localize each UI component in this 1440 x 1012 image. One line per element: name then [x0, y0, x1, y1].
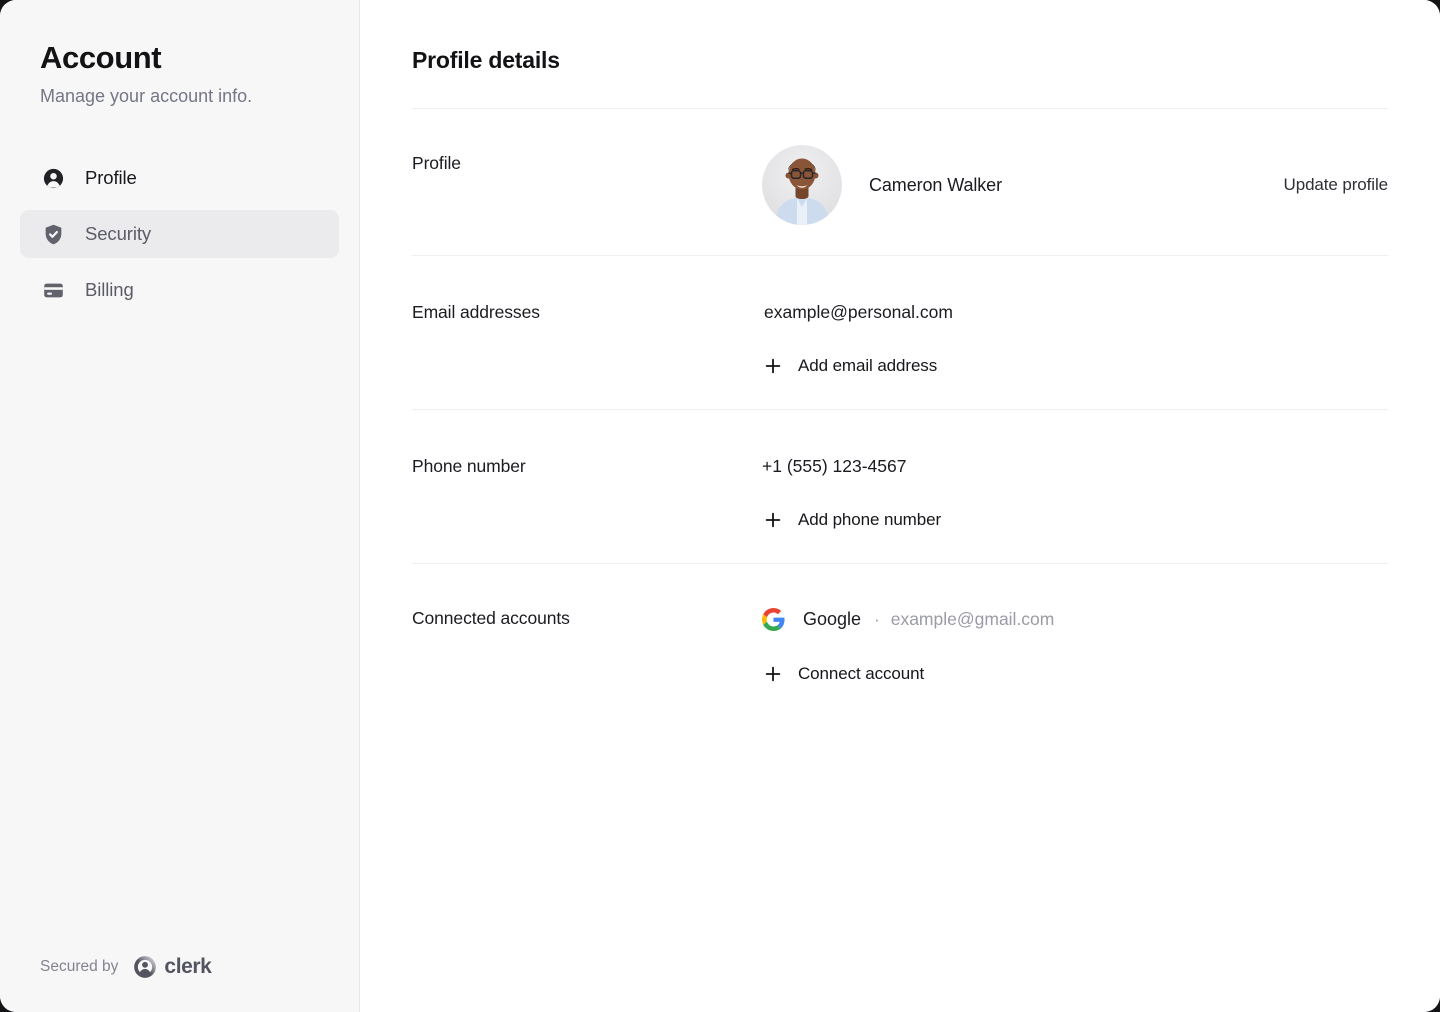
profile-name: Cameron Walker: [869, 175, 1002, 196]
connected-accounts-section: Connected accounts Google · example@gmai…: [412, 564, 1388, 717]
plus-icon: [764, 665, 782, 683]
add-email-label: Add email address: [798, 356, 937, 376]
clerk-wordmark: clerk: [164, 955, 211, 979]
sidebar: Account Manage your account info. Profil…: [0, 0, 360, 1012]
add-email-button[interactable]: Add email address: [762, 354, 937, 376]
phone-section-label: Phone number: [412, 410, 762, 530]
add-phone-button[interactable]: Add phone number: [762, 508, 941, 530]
update-profile-button[interactable]: Update profile: [1284, 171, 1388, 199]
connected-account-row: Google · example@gmail.com: [762, 564, 1388, 631]
sidebar-item-label: Profile: [85, 167, 137, 189]
email-section-label: Email addresses: [412, 256, 762, 376]
phone-section: Phone number +1 (555) 123-4567 Add phone…: [412, 410, 1388, 563]
sidebar-item-security[interactable]: Security: [20, 210, 339, 258]
shield-check-icon: [42, 223, 65, 246]
sidebar-item-billing[interactable]: Billing: [20, 266, 339, 314]
clerk-logo: clerk: [132, 954, 211, 980]
email-section: Email addresses example@personal.com Add…: [412, 256, 1388, 409]
google-icon: [762, 608, 785, 631]
connected-section-label: Connected accounts: [412, 564, 762, 684]
email-value: example@personal.com: [762, 256, 1388, 323]
clerk-logomark-icon: [132, 954, 158, 980]
sidebar-header: Account Manage your account info.: [20, 38, 339, 108]
page-subtitle: Manage your account info.: [40, 84, 319, 108]
panel-title: Profile details: [412, 46, 1388, 74]
add-phone-label: Add phone number: [798, 510, 941, 530]
avatar: [762, 145, 842, 225]
connect-account-label: Connect account: [798, 664, 924, 684]
profile-details-panel: Profile details Profile: [360, 0, 1440, 1012]
sidebar-item-label: Billing: [85, 279, 134, 301]
connected-email-value: example@gmail.com: [891, 609, 1055, 630]
page-title: Account: [40, 38, 319, 78]
separator-dot: ·: [874, 610, 880, 630]
profile-section: Profile: [412, 109, 1388, 255]
provider-name: Google: [803, 609, 861, 630]
account-card: Account Manage your account info. Profil…: [0, 0, 1440, 1012]
plus-icon: [764, 357, 782, 375]
sidebar-footer: Secured by: [20, 954, 339, 984]
plus-icon: [764, 511, 782, 529]
sidebar-item-label: Security: [85, 223, 151, 245]
profile-section-label: Profile: [412, 109, 762, 225]
sidebar-item-profile[interactable]: Profile: [20, 154, 339, 202]
sidebar-nav: Profile Security: [20, 154, 339, 314]
user-circle-icon: [42, 167, 65, 190]
phone-value: +1 (555) 123-4567: [762, 410, 1388, 477]
credit-card-icon: [42, 279, 65, 302]
secured-by-label: Secured by: [40, 958, 118, 976]
connect-account-button[interactable]: Connect account: [762, 662, 924, 684]
